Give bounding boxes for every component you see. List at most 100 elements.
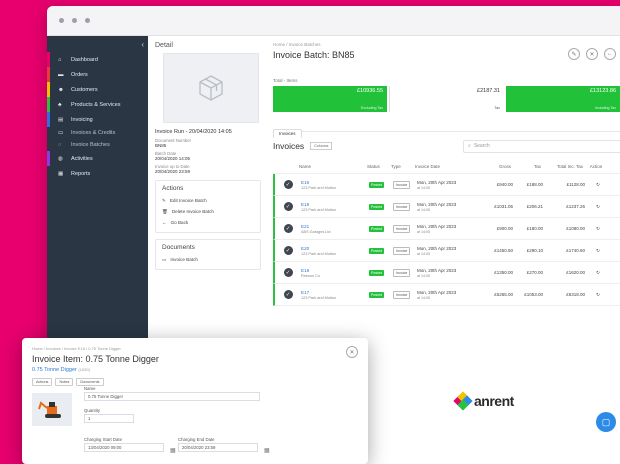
- total-value: £10936.55: [357, 88, 383, 94]
- table-row[interactable]: ✓ E18 Reeson Co Posted Invoice Mon, 20th Apr …: [273, 262, 620, 284]
- search-placeholder: Search: [473, 143, 490, 149]
- refresh-icon[interactable]: ↻: [596, 204, 600, 209]
- column-header[interactable]: Total Inc. Tax: [541, 164, 583, 169]
- column-header[interactable]: Action: [583, 164, 609, 169]
- gross-cell: £900.00: [496, 226, 513, 231]
- collapse-chevron-icon[interactable]: ‹: [141, 40, 144, 49]
- columns-button[interactable]: Columns: [310, 142, 333, 150]
- delete-icon[interactable]: ✕: [586, 48, 598, 60]
- document-link[interactable]: ▭ Invoice Batch: [162, 254, 254, 265]
- total-card: £13123.86 Including Tax: [506, 86, 620, 112]
- back-icon[interactable]: ←: [604, 48, 616, 60]
- sidebar-item-orders[interactable]: ▬ Orders: [47, 67, 148, 82]
- invoice-number-link[interactable]: E20: [301, 246, 369, 251]
- total-cell: £1740.60: [566, 248, 585, 253]
- check-circle-icon[interactable]: ✓: [283, 180, 293, 189]
- customer-name: Reeson Co: [301, 273, 320, 278]
- column-header[interactable]: Name: [299, 164, 367, 169]
- table-row[interactable]: ✓ E21 ABS Garages Ltd Posted Invoice Mon, 20t…: [273, 218, 620, 240]
- sidebar-item-products-services[interactable]: ♣ Products & Services: [47, 97, 148, 112]
- start-date-input[interactable]: 13/04/2020 09:00: [84, 443, 164, 452]
- refresh-icon[interactable]: ↻: [596, 292, 600, 297]
- invoice-time: at 14:05: [417, 207, 430, 212]
- window-dot-icon[interactable]: [59, 18, 64, 23]
- modal-tab-notes[interactable]: Notes: [55, 378, 74, 386]
- column-header[interactable]: Status: [367, 164, 391, 169]
- gross-cell: £940.00: [496, 182, 513, 187]
- edit-icon[interactable]: ✎: [568, 48, 580, 60]
- end-date-label: Charging End Date: [178, 437, 215, 442]
- date-cell: Mon, 20th Apr 2023 at 14:05: [417, 290, 477, 300]
- action-go-back[interactable]: ← Go Back: [162, 217, 254, 228]
- refresh-icon[interactable]: ↻: [596, 226, 600, 231]
- sidebar-item-label: Invoicing: [71, 116, 93, 123]
- type-badge: Invoice: [393, 247, 411, 255]
- refresh-icon[interactable]: ↻: [596, 182, 600, 187]
- sidebar-item-invoice-batches[interactable]: ◌ Invoice Batches: [47, 139, 148, 151]
- sidebar-item-label: Customers: [71, 86, 98, 93]
- action-cell: ↻: [585, 292, 611, 298]
- invoice-number-link[interactable]: E18: [301, 268, 369, 273]
- check-circle-icon[interactable]: ✓: [283, 246, 293, 255]
- detail-field: Document Number BN85: [155, 138, 265, 148]
- modal-tab-documents[interactable]: Documents: [76, 378, 104, 386]
- table-row[interactable]: ✓ E17 123 Park and Mutton Posted Invoice Mon,…: [273, 284, 620, 306]
- calendar-icon[interactable]: ▦: [264, 447, 270, 454]
- invoice-time: at 14:05: [417, 273, 430, 278]
- status-badge: Posted: [369, 204, 385, 210]
- table-row[interactable]: ✓ E20 123 Park and Mutton Posted Invoice Mon,…: [273, 240, 620, 262]
- tab-invoices[interactable]: Invoices: [273, 129, 302, 138]
- detail-field: Batch Date 20/04/2020 14:05: [155, 151, 265, 161]
- check-circle-icon[interactable]: ✓: [283, 290, 293, 299]
- tab-bar: Invoices: [273, 122, 620, 138]
- table-row[interactable]: ✓ E16 123 Park and Mutton Posted Invoice Mon,…: [273, 174, 620, 196]
- invoice-number-link[interactable]: E16: [301, 180, 369, 185]
- action-delete-invoice-batch[interactable]: 🗑 Delete Invoice Batch: [162, 206, 254, 217]
- sidebar-item-customers[interactable]: ☻ Customers: [47, 82, 148, 97]
- table-row[interactable]: ✓ E19 123 Park and Mutton Posted Invoice Mon,…: [273, 196, 620, 218]
- actions-heading: Actions: [162, 185, 184, 192]
- column-header[interactable]: Tax: [511, 164, 541, 169]
- column-header[interactable]: Type: [391, 164, 415, 169]
- end-date-input[interactable]: 20/04/2020 23:59: [178, 443, 258, 452]
- refresh-icon[interactable]: ↻: [596, 270, 600, 275]
- action-edit-invoice-batch[interactable]: ✎ Edit Invoice Batch: [162, 195, 254, 206]
- sidebar-item-invoicing[interactable]: ▤ Invoicing: [47, 112, 148, 127]
- sidebar-item-reports[interactable]: ▦ Reports: [47, 166, 148, 181]
- product-link-text[interactable]: 0.75 Tonne Digger: [32, 367, 77, 373]
- action-label: Go Back: [170, 220, 189, 225]
- check-circle-icon[interactable]: ✓: [283, 224, 293, 233]
- documents-list: ▭ Invoice Batch: [162, 254, 254, 265]
- date-cell: Mon, 20th Apr 2023 at 14:05: [417, 246, 477, 256]
- type-badge: Invoice: [393, 203, 411, 211]
- sidebar-item-dashboard[interactable]: ⌂ Dashboard: [47, 52, 148, 67]
- sidebar-item-activities[interactable]: ◍ Activities: [47, 151, 148, 166]
- name-input[interactable]: 0.75 Tonne Digger: [84, 392, 260, 401]
- product-link[interactable]: 0.75 Tonne Digger (1030): [32, 367, 358, 373]
- refresh-icon[interactable]: ↻: [596, 248, 600, 253]
- field-value: BN85: [155, 143, 167, 148]
- modal-tab-actions[interactable]: Actions: [32, 378, 53, 386]
- check-circle-icon[interactable]: ✓: [283, 202, 293, 211]
- invoice-number-link[interactable]: E19: [301, 202, 369, 207]
- chat-bubble-icon[interactable]: ▢: [596, 412, 616, 432]
- cube-placeholder-icon: [163, 53, 259, 123]
- calendar-icon[interactable]: ▦: [170, 447, 176, 454]
- close-icon[interactable]: ✕: [346, 346, 358, 358]
- window-dot-icon[interactable]: [72, 18, 77, 23]
- check-circle-icon[interactable]: ✓: [283, 268, 293, 277]
- invoice-number-link[interactable]: E17: [301, 290, 369, 295]
- tax-cell: £270.00: [526, 270, 543, 275]
- row-check-cell: ✓: [275, 268, 301, 277]
- sidebar-item-invoices-credits[interactable]: ▭ Invoices & Credits: [47, 127, 148, 139]
- window-dot-icon[interactable]: [85, 18, 90, 23]
- quantity-input[interactable]: 1: [84, 414, 134, 423]
- column-header[interactable]: Invoice Date: [415, 164, 475, 169]
- search-input[interactable]: ⌕ Search: [463, 139, 620, 153]
- invoice-date: Mon, 20th Apr 2023: [417, 201, 457, 207]
- column-header[interactable]: Gross: [475, 164, 511, 169]
- total-cell: £6318.00: [566, 292, 585, 297]
- invoice-number-link[interactable]: E21: [301, 224, 369, 229]
- document-label: Invoice Batch: [170, 257, 198, 262]
- product-code: (1030): [78, 367, 90, 372]
